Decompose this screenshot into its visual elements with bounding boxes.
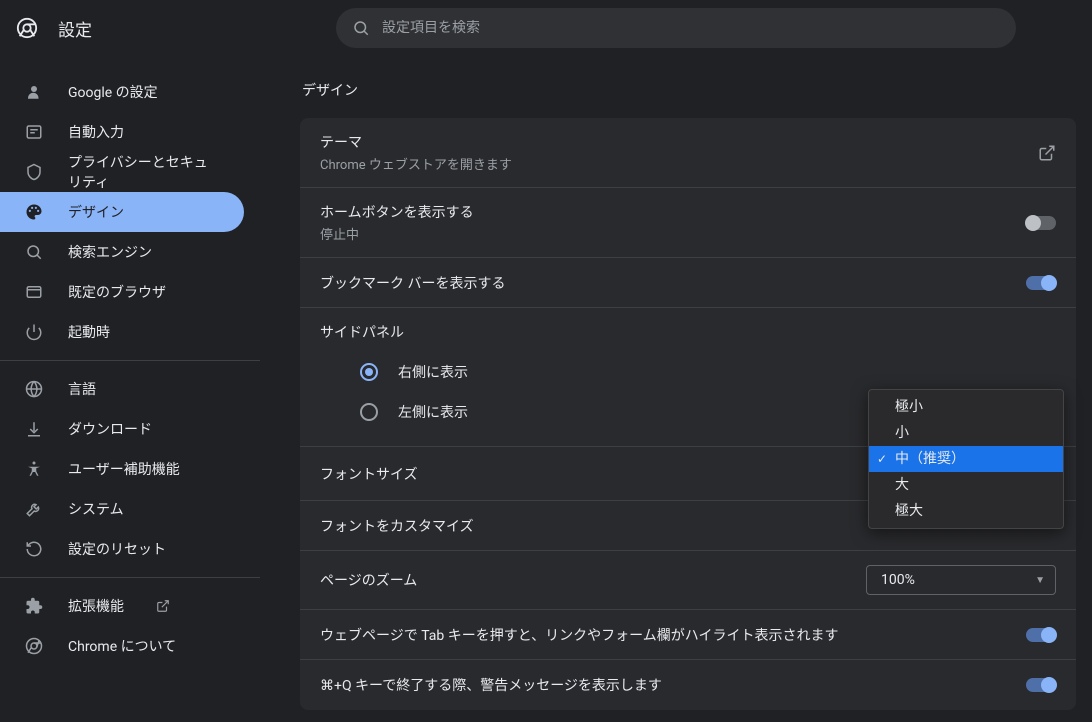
globe-icon: [24, 379, 44, 399]
sidebar-item-label: デザイン: [68, 202, 124, 222]
extension-icon: [24, 596, 44, 616]
wrench-icon: [24, 499, 44, 519]
sidebar-item-extension[interactable]: 拡張機能: [0, 586, 244, 626]
sidebar-item-label: 自動入力: [68, 122, 124, 142]
sidebar-item-label: 設定のリセット: [68, 539, 166, 559]
sidebar-item-label: 既定のブラウザ: [68, 282, 166, 302]
home-button-toggle[interactable]: [1026, 216, 1056, 230]
sidebar-item-browser[interactable]: 既定のブラウザ: [0, 272, 244, 312]
chrome-logo-icon: [16, 17, 38, 39]
side-panel-right[interactable]: 右側に表示: [320, 352, 1056, 392]
sidebar-item-label: Chrome について: [68, 636, 176, 656]
power-icon: [24, 322, 44, 342]
font-size-option[interactable]: 中（推奨）: [869, 446, 1063, 472]
search-icon: [24, 242, 44, 262]
autofill-icon: [24, 122, 44, 142]
side-panel-label: サイドパネル: [320, 308, 1056, 352]
main-content: デザイン テーマ Chrome ウェブストアを開きます ホームボタンを表示する …: [260, 56, 1092, 722]
radio-label: 右側に表示: [398, 362, 468, 382]
page-zoom-select[interactable]: 100% ▼: [866, 565, 1056, 595]
sidebar-item-search[interactable]: 検索エンジン: [0, 232, 244, 272]
sidebar-divider: [0, 360, 260, 361]
search-input[interactable]: [382, 20, 1000, 36]
sidebar-divider: [0, 577, 260, 578]
customize-font-label: フォントをカスタマイズ: [320, 516, 474, 536]
sidebar-item-label: ユーザー補助機能: [68, 459, 180, 479]
search-box[interactable]: [336, 8, 1016, 48]
bookmark-bar-row: ブックマーク バーを表示する: [300, 258, 1076, 308]
sidebar-item-label: Google の設定: [68, 82, 158, 102]
radio-label: 左側に表示: [398, 402, 468, 422]
sidebar-item-label: 言語: [68, 379, 96, 399]
sidebar-item-label: 拡張機能: [68, 596, 124, 616]
person-icon: [24, 82, 44, 102]
sidebar-item-chrome[interactable]: Chrome について: [0, 626, 244, 666]
sidebar-item-autofill[interactable]: 自動入力: [0, 112, 244, 152]
home-button-sub: 停止中: [320, 224, 474, 243]
font-size-option[interactable]: 大: [869, 472, 1063, 498]
radio-icon: [360, 363, 378, 381]
font-size-option[interactable]: 極大: [869, 498, 1063, 524]
radio-icon: [360, 403, 378, 421]
sidebar-item-palette[interactable]: デザイン: [0, 192, 244, 232]
sidebar-item-label: ダウンロード: [68, 419, 152, 439]
tab-highlight-toggle[interactable]: [1026, 628, 1056, 642]
sidebar-item-shield[interactable]: プライバシーとセキュリティ: [0, 152, 244, 192]
tab-highlight-label: ウェブページで Tab キーを押すと、リンクやフォーム欄がハイライト表示されます: [320, 625, 838, 645]
section-title: デザイン: [300, 80, 1076, 100]
palette-icon: [24, 202, 44, 222]
font-size-dropdown: 極小小中（推奨）大極大: [868, 389, 1064, 529]
tab-highlight-row: ウェブページで Tab キーを押すと、リンクやフォーム欄がハイライト表示されます: [300, 610, 1076, 660]
font-size-option[interactable]: 極小: [869, 394, 1063, 420]
font-size-row: フォントサイズ ▼ 極小小中（推奨）大極大: [300, 447, 1076, 501]
theme-label: テーマ: [320, 132, 512, 152]
bookmark-bar-toggle[interactable]: [1026, 276, 1056, 290]
chevron-down-icon: ▼: [1035, 575, 1045, 586]
external-link-icon: [156, 599, 170, 613]
sidebar-item-label: 検索エンジン: [68, 242, 152, 262]
quit-warning-toggle[interactable]: [1026, 678, 1056, 692]
accessibility-icon: [24, 459, 44, 479]
sidebar-item-label: 起動時: [68, 322, 110, 342]
sidebar-item-label: システム: [68, 499, 124, 519]
sidebar-item-power[interactable]: 起動時: [0, 312, 244, 352]
chrome-icon: [24, 636, 44, 656]
download-icon: [24, 419, 44, 439]
sidebar-item-globe[interactable]: 言語: [0, 369, 244, 409]
page-zoom-row: ページのズーム 100% ▼: [300, 551, 1076, 610]
home-button-row: ホームボタンを表示する 停止中: [300, 188, 1076, 258]
sidebar: Google の設定自動入力プライバシーとセキュリティデザイン検索エンジン既定の…: [0, 56, 260, 722]
browser-icon: [24, 282, 44, 302]
sidebar-item-download[interactable]: ダウンロード: [0, 409, 244, 449]
page-zoom-value: 100%: [881, 572, 915, 588]
bookmark-bar-label: ブックマーク バーを表示する: [320, 273, 505, 293]
search-icon: [352, 19, 370, 37]
theme-row[interactable]: テーマ Chrome ウェブストアを開きます: [300, 118, 1076, 188]
quit-warning-row: ⌘+Q キーで終了する際、警告メッセージを表示します: [300, 660, 1076, 710]
quit-warning-label: ⌘+Q キーで終了する際、警告メッセージを表示します: [320, 675, 662, 695]
shield-icon: [24, 162, 44, 182]
header-left: 設定: [16, 16, 92, 41]
home-button-label: ホームボタンを表示する: [320, 202, 474, 222]
page-zoom-label: ページのズーム: [320, 570, 417, 590]
reset-icon: [24, 539, 44, 559]
header: 設定: [0, 0, 1092, 56]
sidebar-item-person[interactable]: Google の設定: [0, 72, 244, 112]
page-title: 設定: [58, 16, 92, 41]
font-size-option[interactable]: 小: [869, 420, 1063, 446]
theme-sub: Chrome ウェブストアを開きます: [320, 154, 512, 173]
sidebar-item-wrench[interactable]: システム: [0, 489, 244, 529]
sidebar-item-label: プライバシーとセキュリティ: [68, 152, 220, 192]
sidebar-item-reset[interactable]: 設定のリセット: [0, 529, 244, 569]
sidebar-item-accessibility[interactable]: ユーザー補助機能: [0, 449, 244, 489]
font-size-label: フォントサイズ: [320, 464, 418, 484]
external-link-icon: [1038, 144, 1056, 162]
appearance-card: テーマ Chrome ウェブストアを開きます ホームボタンを表示する 停止中 ブ…: [300, 118, 1076, 710]
